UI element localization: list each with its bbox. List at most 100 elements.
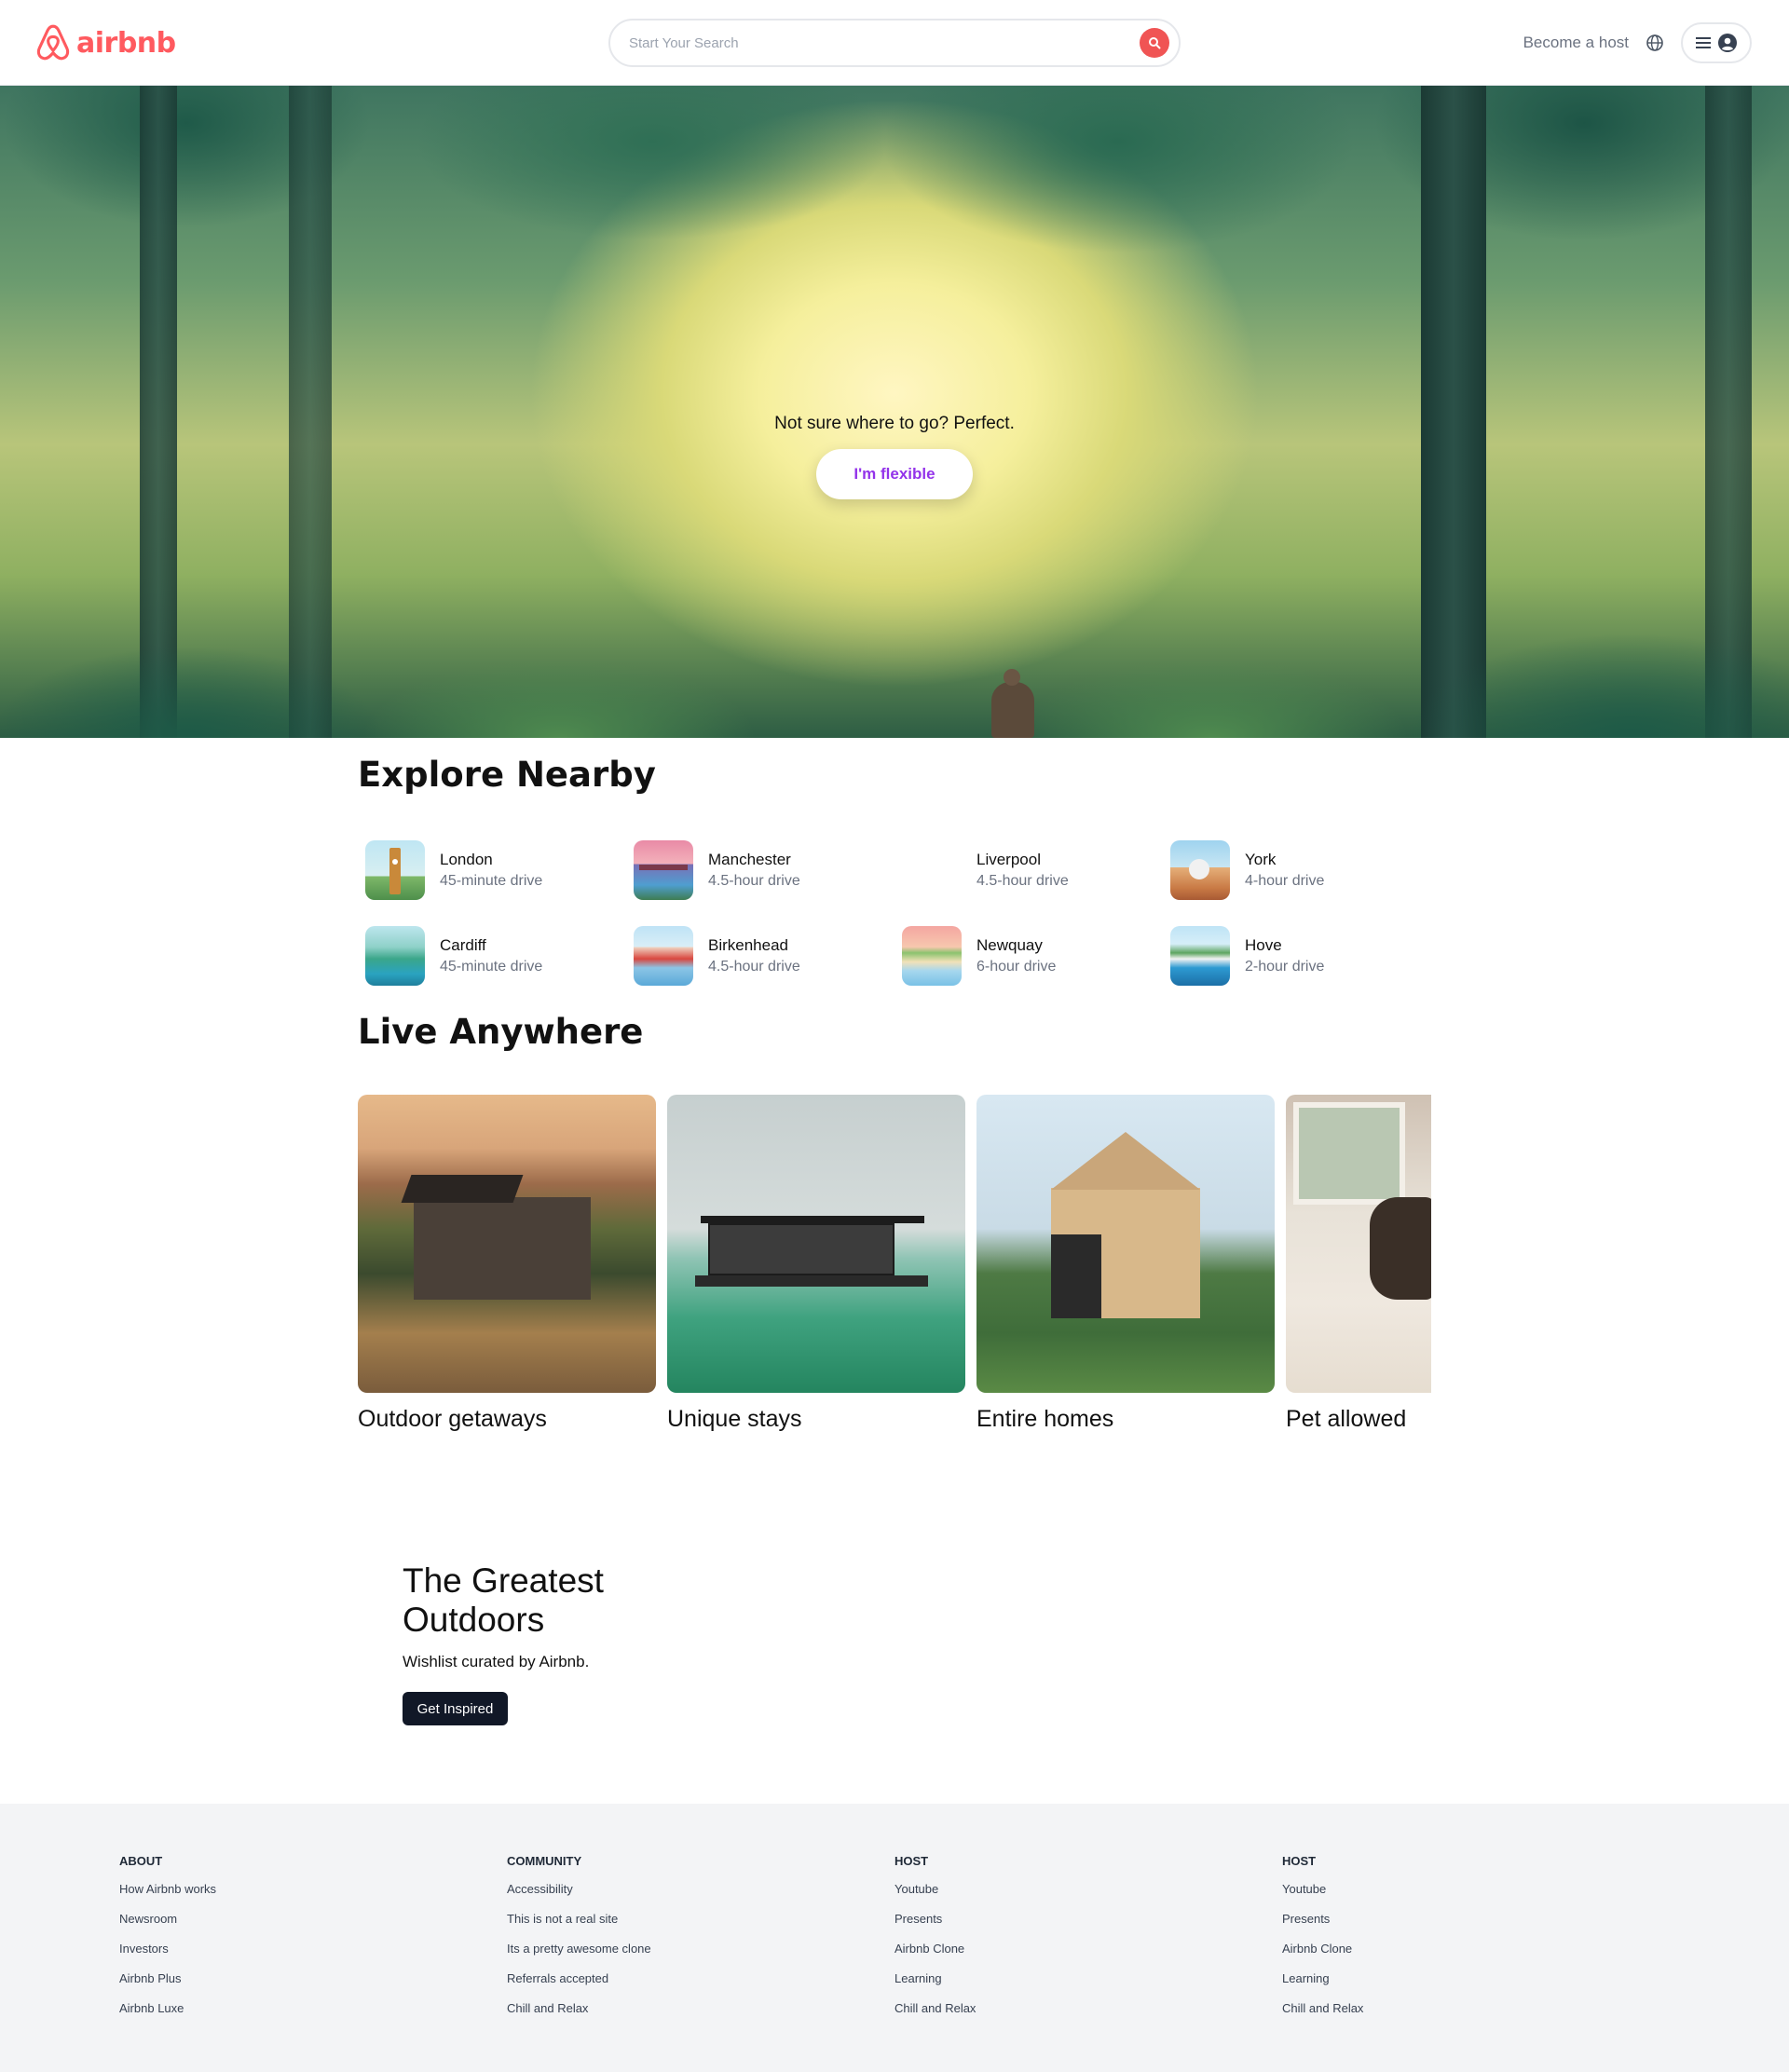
nearby-city: Liverpool: [976, 851, 1041, 868]
manchester-thumbnail: [634, 840, 693, 900]
footer-link[interactable]: How Airbnb works: [119, 1881, 399, 1911]
nearby-city: Newquay: [976, 936, 1043, 954]
airbnb-logo[interactable]: airbnb: [35, 22, 176, 63]
footer-heading: ABOUT: [119, 1854, 163, 1868]
category-card-outdoor[interactable]: Outdoor getaways: [358, 1095, 656, 1433]
nearby-distance: 45-minute drive: [440, 873, 543, 889]
nearby-distance: 4-hour drive: [1245, 873, 1325, 889]
footer-heading: HOST: [1282, 1854, 1317, 1868]
footer-link[interactable]: Airbnb Clone: [894, 1941, 1174, 1970]
footer-link[interactable]: Airbnb Clone: [1282, 1941, 1562, 1970]
london-thumbnail: [365, 840, 425, 900]
airbnb-logo-icon: [36, 24, 70, 61]
liverpool-thumbnail: [902, 840, 962, 900]
nearby-item-london[interactable]: London 45-minute drive: [358, 827, 626, 913]
footer-link[interactable]: Investors: [119, 1941, 399, 1970]
unique-stays-image: [667, 1095, 965, 1393]
footer-link[interactable]: Airbnb Plus: [119, 1970, 399, 2000]
become-host-link[interactable]: Become a host: [1523, 34, 1629, 52]
greatest-outdoors-subtitle: Wishlist curated by Airbnb.: [403, 1653, 590, 1670]
footer-link[interactable]: Chill and Relax: [507, 2000, 786, 2030]
search-button[interactable]: [1140, 28, 1169, 58]
user-menu-button[interactable]: [1681, 22, 1752, 63]
category-card-pet-allowed[interactable]: Pet allowed: [1286, 1095, 1431, 1433]
nearby-item-newquay[interactable]: Newquay 6-hour drive: [894, 913, 1163, 999]
nearby-city: Cardiff: [440, 936, 486, 954]
footer-link[interactable]: Presents: [1282, 1911, 1562, 1941]
nearby-distance: 4.5-hour drive: [708, 873, 800, 889]
nearby-city: London: [440, 851, 493, 868]
footer-link[interactable]: This is not a real site: [507, 1911, 786, 1941]
footer-link[interactable]: Presents: [894, 1911, 1174, 1941]
birkenhead-thumbnail: [634, 926, 693, 986]
nav-actions: Become a host: [1523, 21, 1752, 64]
nearby-distance: 45-minute drive: [440, 959, 543, 975]
top-navbar: airbnb Become a host: [0, 0, 1789, 86]
search-input[interactable]: [629, 34, 1140, 51]
hero-canopy: [0, 86, 1789, 309]
explore-nearby-title: Explore Nearby: [358, 755, 656, 795]
footer-link[interactable]: Its a pretty awesome clone: [507, 1941, 786, 1970]
cardiff-thumbnail: [365, 926, 425, 986]
footer: ABOUT How Airbnb works Newsroom Investor…: [0, 1804, 1789, 2072]
nearby-city: Manchester: [708, 851, 791, 868]
footer-link[interactable]: Chill and Relax: [894, 2000, 1174, 2030]
im-flexible-button[interactable]: I'm flexible: [816, 449, 973, 499]
category-card-unique[interactable]: Unique stays: [667, 1095, 965, 1433]
footer-link[interactable]: Referrals accepted: [507, 1970, 786, 2000]
hero-foliage: [0, 533, 1789, 738]
category-label: Pet allowed: [1286, 1406, 1407, 1432]
logo-wordmark: airbnb: [76, 26, 176, 60]
footer-link[interactable]: Chill and Relax: [1282, 2000, 1562, 2030]
user-avatar-icon: [1718, 34, 1737, 52]
nearby-item-liverpool[interactable]: Liverpool 4.5-hour drive: [894, 827, 1163, 913]
footer-link[interactable]: Youtube: [894, 1881, 1174, 1911]
get-inspired-button[interactable]: Get Inspired: [403, 1692, 508, 1725]
live-anywhere-carousel: Outdoor getaways Unique stays Entire hom…: [358, 1095, 1431, 1439]
hiker-figure: [991, 669, 1034, 738]
nearby-city: Hove: [1245, 936, 1282, 954]
category-label: Unique stays: [667, 1406, 802, 1432]
nearby-item-york[interactable]: York 4-hour drive: [1163, 827, 1431, 913]
live-anywhere-title: Live Anywhere: [358, 1012, 644, 1052]
search-bar: [608, 19, 1181, 67]
explore-nearby-grid: London 45-minute drive Manchester 4.5-ho…: [358, 827, 1431, 999]
outdoor-getaways-image: [358, 1095, 656, 1393]
footer-column-host: HOST Youtube Presents Airbnb Clone Learn…: [894, 1854, 1174, 2030]
nearby-item-hove[interactable]: Hove 2-hour drive: [1163, 913, 1431, 999]
nearby-city: Birkenhead: [708, 936, 789, 954]
footer-link[interactable]: Youtube: [1282, 1881, 1562, 1911]
footer-heading: HOST: [894, 1854, 929, 1868]
footer-link[interactable]: Accessibility: [507, 1881, 786, 1911]
footer-link[interactable]: Learning: [894, 1970, 1174, 2000]
newquay-thumbnail: [902, 926, 962, 986]
nearby-distance: 4.5-hour drive: [976, 873, 1069, 889]
york-thumbnail: [1170, 840, 1230, 900]
pet-allowed-image: [1286, 1095, 1431, 1393]
greatest-outdoors-title: The Greatest Outdoors: [403, 1561, 604, 1639]
nearby-item-cardiff[interactable]: Cardiff 45-minute drive: [358, 913, 626, 999]
globe-icon: [1646, 34, 1663, 51]
hero-title: Not sure where to go? Perfect.: [774, 414, 1015, 433]
nearby-item-birkenhead[interactable]: Birkenhead 4.5-hour drive: [626, 913, 894, 999]
language-button[interactable]: [1644, 32, 1666, 54]
entire-homes-image: [976, 1095, 1275, 1393]
footer-column-community: COMMUNITY Accessibility This is not a re…: [507, 1854, 786, 2030]
footer-column-about: ABOUT How Airbnb works Newsroom Investor…: [119, 1854, 399, 2030]
footer-link[interactable]: Newsroom: [119, 1911, 399, 1941]
nearby-distance: 4.5-hour drive: [708, 959, 800, 975]
footer-link[interactable]: Airbnb Luxe: [119, 2000, 399, 2030]
nearby-item-manchester[interactable]: Manchester 4.5-hour drive: [626, 827, 894, 913]
nearby-city: York: [1245, 851, 1277, 868]
hove-thumbnail: [1170, 926, 1230, 986]
menu-icon: [1696, 37, 1711, 48]
nearby-distance: 2-hour drive: [1245, 959, 1325, 975]
nearby-distance: 6-hour drive: [976, 959, 1057, 975]
footer-column-host-2: HOST Youtube Presents Airbnb Clone Learn…: [1282, 1854, 1562, 2030]
category-label: Entire homes: [976, 1406, 1114, 1432]
category-label: Outdoor getaways: [358, 1406, 547, 1432]
hero-banner: Not sure where to go? Perfect. I'm flexi…: [0, 86, 1789, 738]
search-icon: [1149, 37, 1161, 49]
category-card-entire-homes[interactable]: Entire homes: [976, 1095, 1275, 1433]
footer-link[interactable]: Learning: [1282, 1970, 1562, 2000]
